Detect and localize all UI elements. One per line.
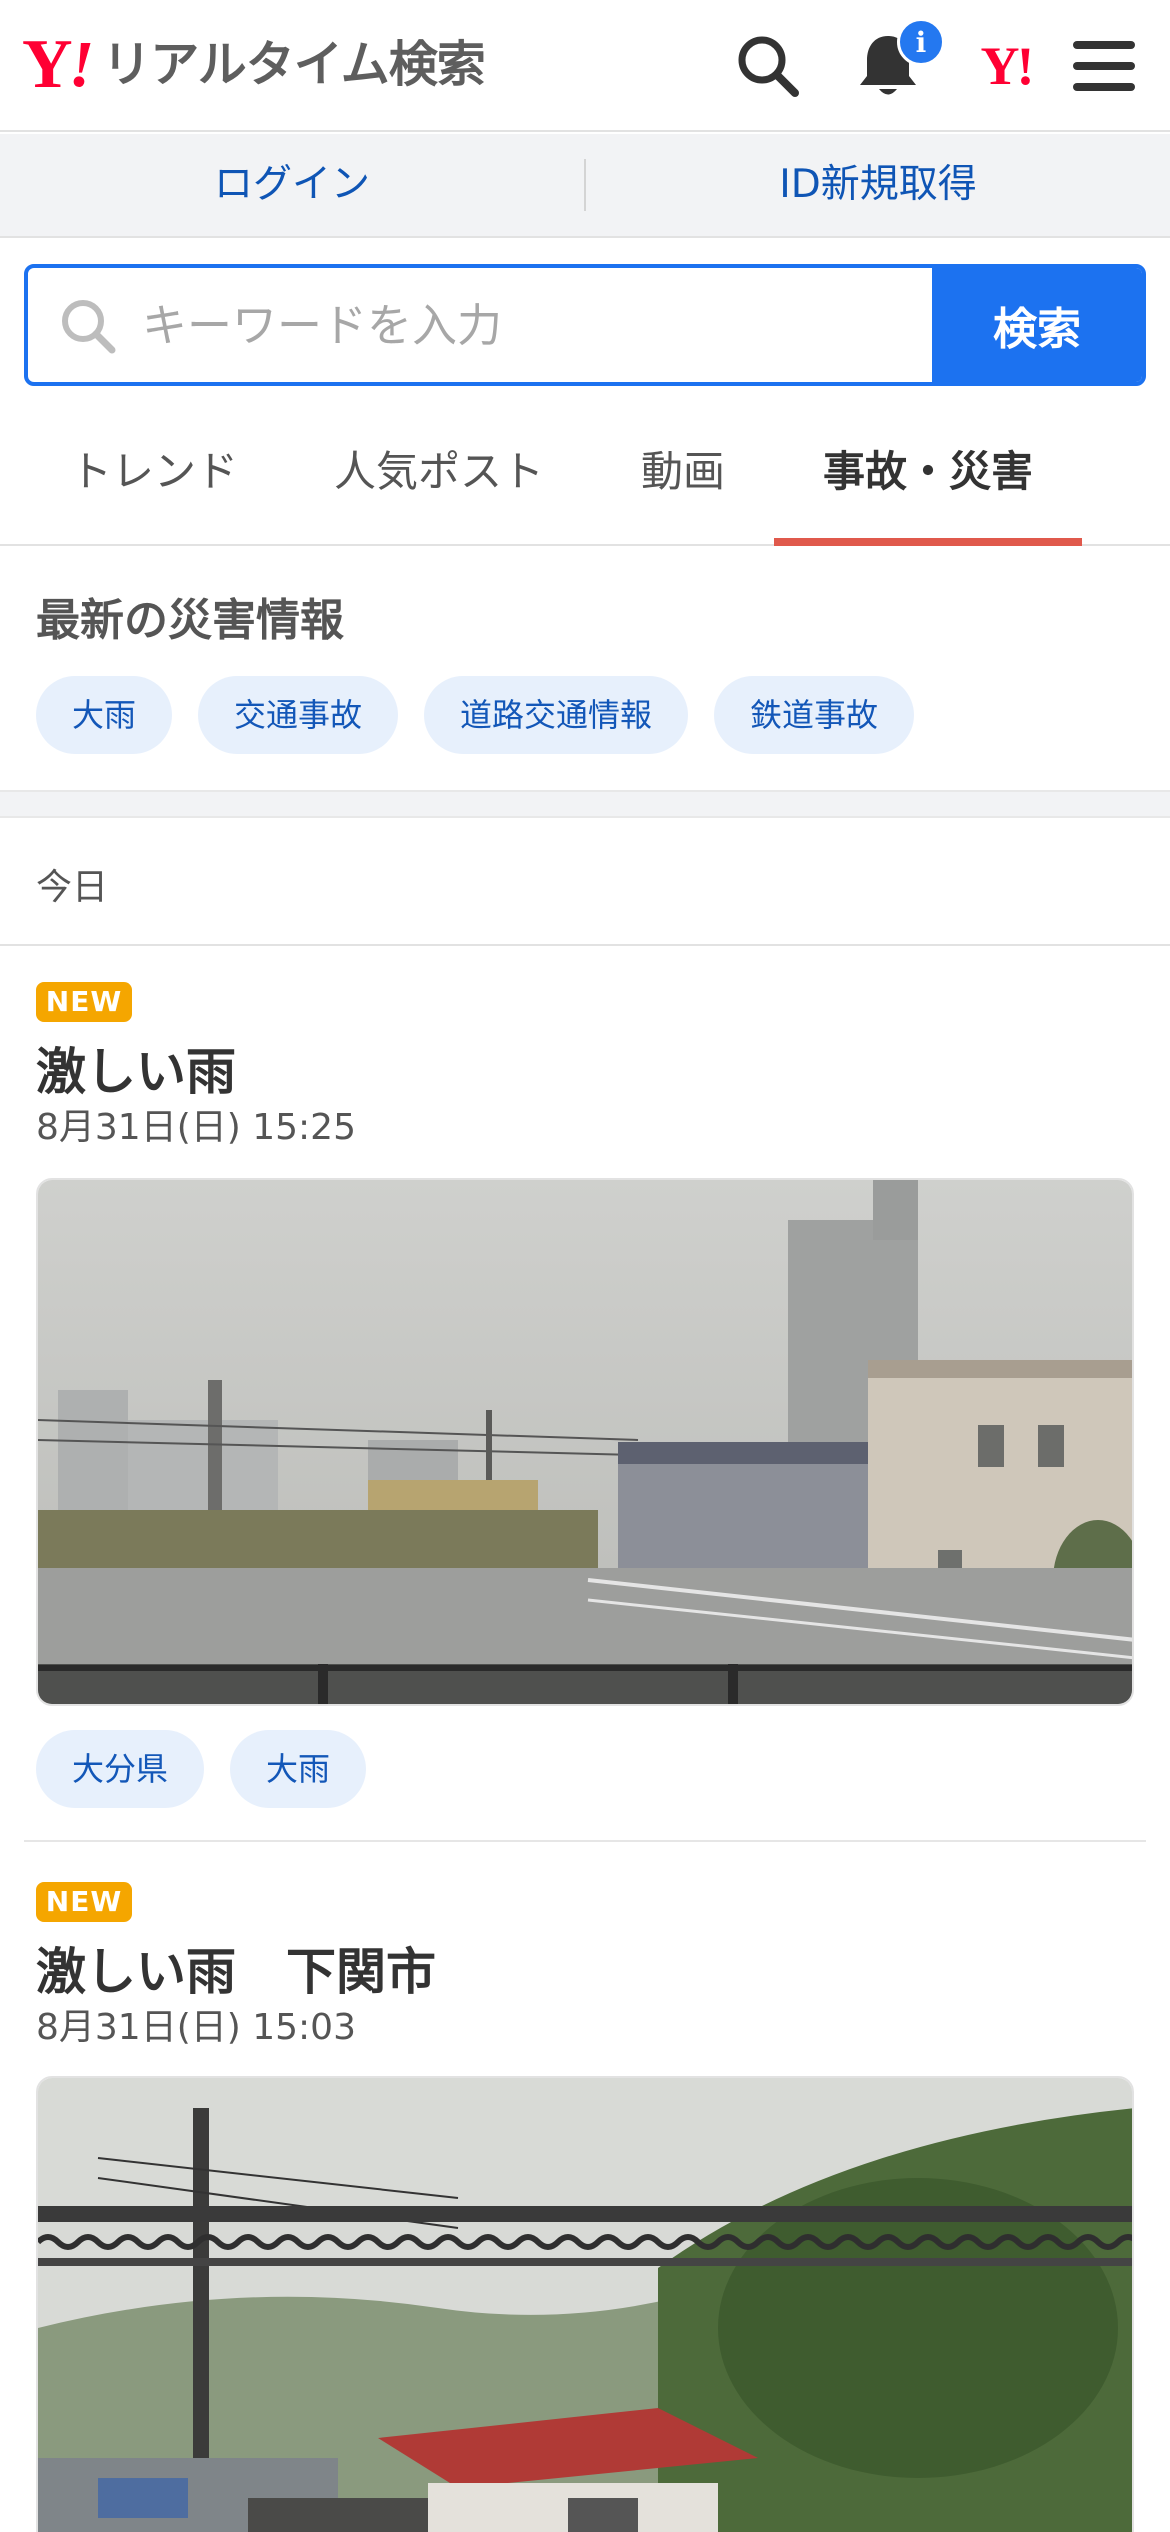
tag-road-traffic-info[interactable]: 道路交通情報 bbox=[424, 676, 689, 754]
header-search-button[interactable] bbox=[728, 26, 808, 106]
rain-scene-image bbox=[38, 1180, 1132, 1704]
section-separator bbox=[0, 790, 1170, 818]
tab-videos[interactable]: 動画 bbox=[612, 414, 754, 546]
page: Y ! リアルタイム検索 i Y! ログイン ID新規取得 キーワードを入力 検… bbox=[0, 0, 1170, 2532]
date-group-header: 今日 bbox=[0, 818, 1170, 946]
disaster-info-heading: 最新の災害情報 bbox=[36, 595, 344, 646]
tab-accident-disaster[interactable]: 事故・災害 bbox=[774, 414, 1082, 546]
yahoo-realtime-logo[interactable]: Y ! リアルタイム検索 bbox=[22, 26, 486, 103]
post-title: 激しい雨 bbox=[36, 1043, 236, 1101]
tab-popular-posts[interactable]: 人気ポスト bbox=[318, 414, 560, 546]
menu-button[interactable] bbox=[1064, 26, 1144, 106]
tag-heavy-rain[interactable]: 大雨 bbox=[36, 676, 173, 754]
post-timestamp: 8月31日(日) 15:03 bbox=[36, 2007, 356, 2048]
post-title: 激しい雨 下関市 bbox=[36, 1943, 436, 2001]
logo-exclamation: ! bbox=[68, 28, 95, 101]
category-tabs: トレンド 人気ポスト 動画 事故・災害 bbox=[0, 414, 1170, 546]
login-link[interactable]: ログイン bbox=[0, 133, 584, 237]
post-tag-list: 大分県 大雨 bbox=[36, 1730, 367, 1808]
notification-badge: i bbox=[897, 18, 945, 66]
notification-button[interactable]: i bbox=[848, 18, 945, 106]
post-image[interactable] bbox=[36, 2076, 1134, 2532]
new-badge: NEW bbox=[36, 982, 132, 1022]
rain-scene-image bbox=[38, 2078, 1132, 2532]
post-timestamp: 8月31日(日) 15:25 bbox=[36, 1107, 356, 1148]
search-button[interactable]: 検索 bbox=[932, 268, 1142, 382]
tag-traffic-accident[interactable]: 交通事故 bbox=[198, 676, 399, 754]
tab-trend[interactable]: トレンド bbox=[44, 414, 264, 546]
hamburger-menu-icon bbox=[1073, 41, 1135, 91]
search-form: 検索 bbox=[24, 264, 1146, 386]
post-image[interactable] bbox=[36, 1178, 1134, 1706]
tag-heavy-rain[interactable]: 大雨 bbox=[230, 1730, 367, 1808]
tag-railway-accident[interactable]: 鉄道事故 bbox=[714, 676, 915, 754]
yahoo-japan-link[interactable]: Y! bbox=[966, 26, 1046, 106]
yahoo-logo-icon: Y! bbox=[980, 36, 1035, 96]
service-name: リアルタイム検索 bbox=[102, 36, 486, 93]
tag-oita-prefecture[interactable]: 大分県 bbox=[36, 1730, 205, 1808]
new-badge: NEW bbox=[36, 1882, 132, 1922]
post-divider bbox=[24, 1840, 1146, 1842]
app-header: Y ! リアルタイム検索 i Y! bbox=[0, 0, 1170, 132]
register-id-link[interactable]: ID新規取得 bbox=[586, 133, 1170, 237]
disaster-tag-list: 大雨 交通事故 道路交通情報 鉄道事故 bbox=[36, 676, 915, 754]
account-bar: ログイン ID新規取得 bbox=[0, 134, 1170, 238]
search-field bbox=[28, 268, 932, 382]
search-input[interactable] bbox=[28, 268, 932, 382]
date-group-label: 今日 bbox=[36, 867, 109, 908]
logo-y: Y bbox=[22, 26, 73, 103]
search-icon bbox=[738, 36, 799, 97]
search-icon bbox=[62, 300, 116, 354]
